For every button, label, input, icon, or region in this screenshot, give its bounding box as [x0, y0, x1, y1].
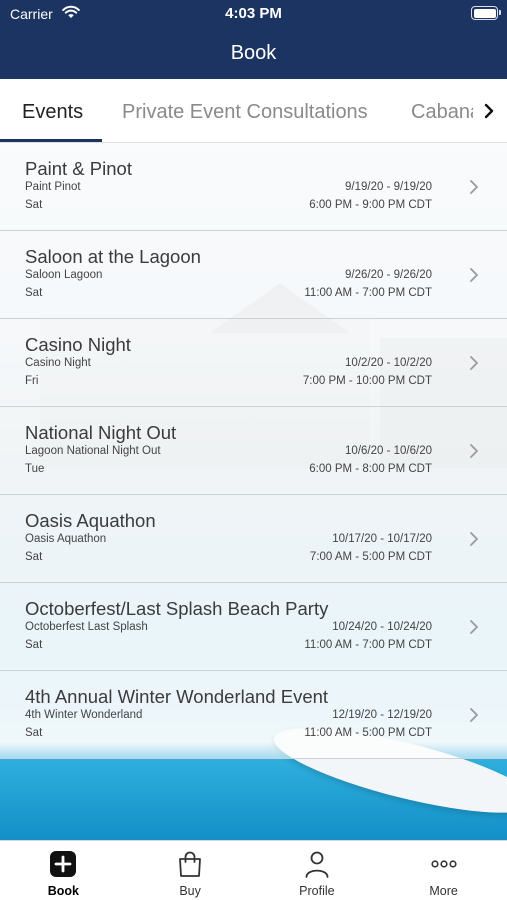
event-subtitle: Lagoon National Night Out — [25, 445, 161, 457]
bottom-tab-bar: Book Buy Profile More — [0, 840, 507, 900]
tabs-scroll-right-button[interactable] — [473, 79, 507, 142]
status-bar: Carrier 4:03 PM — [0, 0, 507, 28]
tab-private-event-consultations[interactable]: Private Event Consultations — [122, 101, 368, 124]
tabbar-label: Profile — [299, 884, 335, 898]
navigation-bar: Carrier 4:03 PM Book — [0, 0, 507, 79]
event-row-casino-night[interactable]: Casino Night Casino Night Fri 10/2/20 - … — [0, 319, 507, 407]
tab-events[interactable]: Events — [22, 101, 83, 124]
tabbar-item-book[interactable]: Book — [0, 841, 127, 900]
chevron-right-icon — [470, 444, 478, 458]
event-time: 7:00 AM - 5:00 PM CDT — [309, 551, 432, 563]
event-day: Sat — [25, 551, 43, 563]
event-dates: 10/17/20 - 10/17/20 — [332, 533, 432, 545]
event-day: Sat — [25, 639, 43, 651]
event-subtitle: Octoberfest Last Splash — [25, 621, 148, 633]
event-title: Saloon at the Lagoon — [25, 246, 201, 267]
chevron-right-icon — [470, 708, 478, 722]
chevron-right-icon — [470, 268, 478, 282]
category-tabs: Events Private Event Consultations Caban… — [0, 79, 507, 143]
event-time: 6:00 PM - 9:00 PM CDT — [309, 199, 432, 211]
event-dates: 9/26/20 - 9/26/20 — [345, 269, 432, 281]
chevron-right-icon — [470, 620, 478, 634]
ellipsis-icon — [431, 860, 457, 868]
event-day: Sat — [25, 727, 43, 739]
event-row-saloon-lagoon[interactable]: Saloon at the Lagoon Saloon Lagoon Sat 9… — [0, 231, 507, 319]
event-dates: 10/6/20 - 10/6/20 — [345, 445, 432, 457]
chevron-right-icon — [470, 180, 478, 194]
event-title: Casino Night — [25, 334, 131, 355]
event-time: 11:00 AM - 5:00 PM CDT — [304, 727, 432, 739]
person-icon — [305, 851, 329, 878]
event-title: 4th Annual Winter Wonderland Event — [25, 686, 329, 707]
status-time: 4:03 PM — [225, 5, 282, 22]
tabbar-item-more[interactable]: More — [380, 841, 507, 900]
tabbar-label: More — [429, 884, 458, 898]
chevron-right-icon — [470, 356, 478, 370]
event-dates: 10/24/20 - 10/24/20 — [332, 621, 432, 633]
event-subtitle: 4th Winter Wonderland — [25, 709, 143, 721]
event-row-octoberfest[interactable]: Octoberfest/Last Splash Beach Party Octo… — [0, 583, 507, 671]
event-list[interactable]: Paint & Pinot Paint Pinot Sat 9/19/20 - … — [0, 143, 507, 840]
event-time: 7:00 PM - 10:00 PM CDT — [302, 375, 432, 387]
shopping-bag-icon — [179, 851, 202, 877]
tabbar-item-profile[interactable]: Profile — [254, 841, 381, 900]
event-subtitle: Casino Night — [25, 357, 91, 369]
event-title: Paint & Pinot — [25, 158, 132, 179]
event-title: Octoberfest/Last Splash Beach Party — [25, 598, 329, 619]
event-time: 6:00 PM - 8:00 PM CDT — [309, 463, 432, 475]
tabbar-label: Buy — [179, 884, 201, 898]
tabbar-item-buy[interactable]: Buy — [127, 841, 254, 900]
battery-icon — [471, 6, 501, 20]
event-subtitle: Oasis Aquathon — [25, 533, 107, 545]
page-title: Book — [230, 42, 277, 64]
event-subtitle: Paint Pinot — [25, 181, 81, 193]
event-day: Sat — [25, 199, 43, 211]
chevron-right-icon — [470, 532, 478, 546]
event-row-oasis-aquathon[interactable]: Oasis Aquathon Oasis Aquathon Sat 10/17/… — [0, 495, 507, 583]
event-row-paint-pinot[interactable]: Paint & Pinot Paint Pinot Sat 9/19/20 - … — [0, 143, 507, 231]
active-tab-indicator — [0, 139, 102, 142]
event-day: Fri — [25, 375, 39, 387]
event-title: National Night Out — [25, 422, 177, 443]
event-title: Oasis Aquathon — [25, 510, 156, 531]
event-dates: 12/19/20 - 12/19/20 — [332, 709, 432, 721]
event-dates: 10/2/20 - 10/2/20 — [345, 357, 432, 369]
event-time: 11:00 AM - 7:00 PM CDT — [304, 639, 432, 651]
event-row-winter-wonderland[interactable]: 4th Annual Winter Wonderland Event 4th W… — [0, 671, 507, 759]
plus-square-icon — [50, 851, 77, 877]
event-row-national-night-out[interactable]: National Night Out Lagoon National Night… — [0, 407, 507, 495]
event-day: Sat — [25, 287, 43, 299]
event-subtitle: Saloon Lagoon — [25, 269, 103, 281]
tabbar-label: Book — [47, 884, 79, 898]
event-time: 11:00 AM - 7:00 PM CDT — [304, 287, 432, 299]
event-dates: 9/19/20 - 9/19/20 — [345, 181, 432, 193]
chevron-right-icon — [484, 103, 494, 119]
event-day: Tue — [25, 463, 45, 475]
